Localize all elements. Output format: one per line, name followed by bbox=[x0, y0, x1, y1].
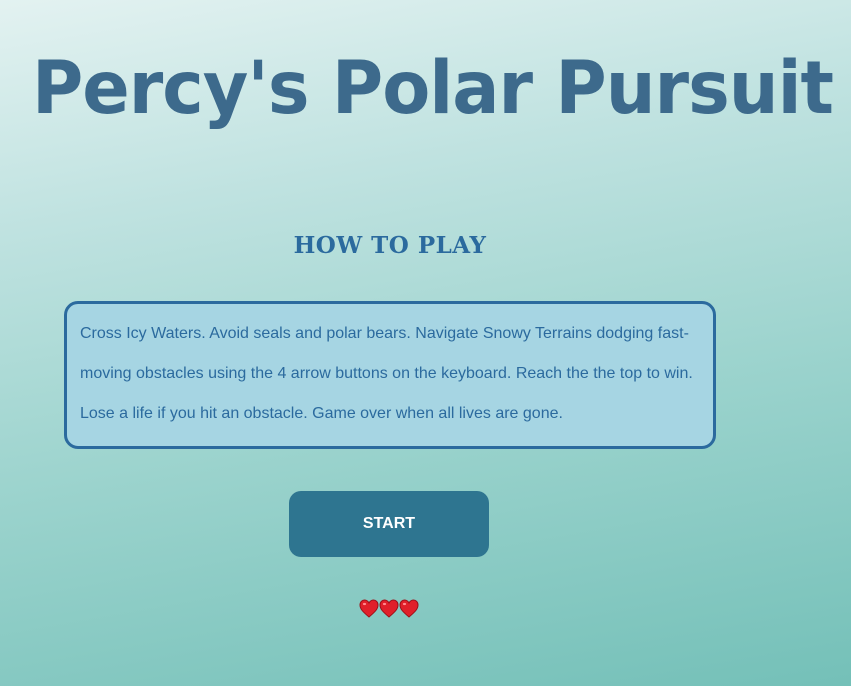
heart-icon bbox=[399, 598, 419, 620]
instructions-panel: Cross Icy Waters. Avoid seals and polar … bbox=[64, 301, 716, 449]
start-button[interactable]: START bbox=[289, 491, 489, 557]
heart-icon bbox=[379, 598, 399, 620]
heart-icon bbox=[359, 598, 379, 620]
instructions-text: Cross Icy Waters. Avoid seals and polar … bbox=[80, 325, 693, 422]
lives-display bbox=[359, 598, 419, 620]
game-title: Percy's Polar Pursuit bbox=[32, 44, 834, 132]
how-to-play-heading: HOW TO PLAY bbox=[293, 232, 487, 259]
